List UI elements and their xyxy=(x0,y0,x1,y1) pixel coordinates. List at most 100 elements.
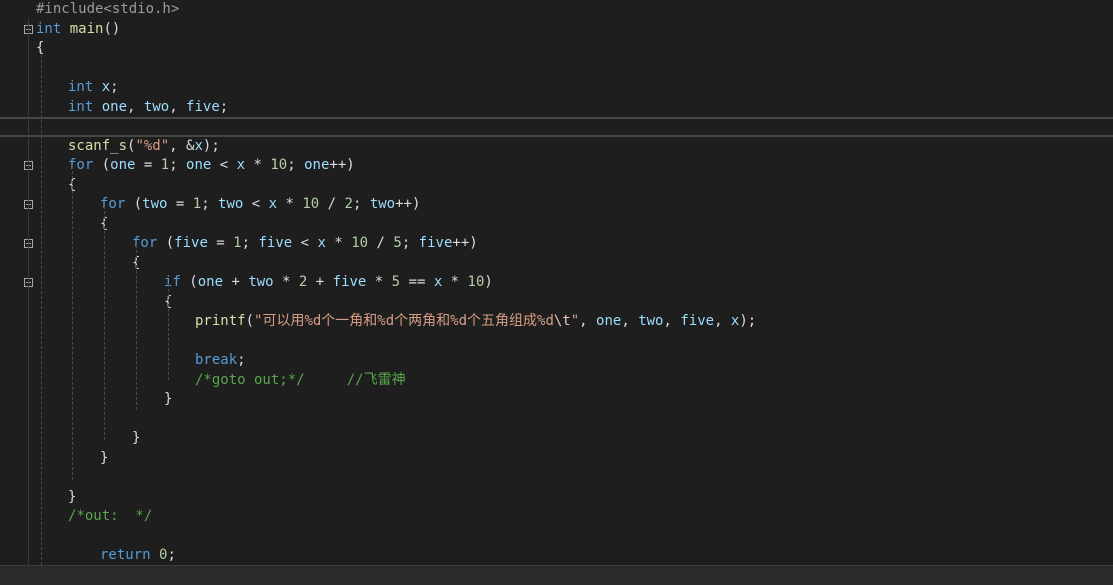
code-token: ++) xyxy=(395,196,421,212)
code-line[interactable] xyxy=(0,410,1113,430)
code-line[interactable]: { xyxy=(0,293,1113,313)
code-token: ( xyxy=(180,274,198,290)
code-token: ; xyxy=(352,196,370,212)
code-token: ++) xyxy=(452,235,478,251)
code-token: one xyxy=(304,157,330,173)
code-text: for (one = 1; one < x * 10; one++) xyxy=(68,156,355,176)
code-text: for (two = 1; two < x * 10 / 2; two++) xyxy=(100,195,420,215)
code-token: five xyxy=(174,235,208,251)
code-token: 1 xyxy=(192,196,202,212)
code-line[interactable]: } xyxy=(0,488,1113,508)
code-token: } xyxy=(68,488,77,505)
code-token: one xyxy=(186,157,212,173)
code-token: ); xyxy=(202,137,220,154)
code-token: , xyxy=(621,313,639,329)
code-token: } xyxy=(164,391,173,407)
code-token: 2 xyxy=(344,196,353,212)
code-token: two xyxy=(638,313,664,329)
code-token: 10 xyxy=(270,157,288,173)
code-token: x xyxy=(317,235,326,251)
code-line[interactable]: break; xyxy=(0,351,1113,371)
code-line[interactable]: } xyxy=(0,429,1113,449)
code-token: 1 xyxy=(233,235,242,251)
code-editor[interactable]: #include<stdio.h> int main(){int x; int on… xyxy=(0,0,1113,583)
code-line[interactable] xyxy=(0,332,1113,352)
code-text: int x; xyxy=(68,78,119,98)
code-line[interactable]: { xyxy=(0,39,1113,59)
code-token: = xyxy=(135,157,161,173)
code-token: , & xyxy=(169,137,195,154)
code-line[interactable] xyxy=(0,527,1113,547)
code-token: five xyxy=(680,313,715,329)
code-line[interactable]: int one, two, five; xyxy=(0,98,1113,118)
code-token: } xyxy=(100,449,109,466)
code-line[interactable]: for (two = 1; two < x * 10 / 2; two++) xyxy=(0,195,1113,215)
code-token: ; xyxy=(219,98,229,115)
indent-guide xyxy=(168,284,169,380)
code-token: x xyxy=(194,137,203,154)
code-token: ( xyxy=(157,235,175,251)
code-token: ; xyxy=(401,235,419,251)
code-token: , xyxy=(169,98,187,115)
code-line[interactable]: int main() xyxy=(0,20,1113,40)
code-token: "%d" xyxy=(135,137,170,154)
code-token: if xyxy=(164,274,181,290)
code-token: one xyxy=(197,274,224,290)
code-token: ; xyxy=(287,157,305,173)
code-token: , xyxy=(127,98,144,115)
code-text: break; xyxy=(195,351,246,371)
code-token: printf xyxy=(195,313,246,329)
code-token: 5 xyxy=(393,235,402,251)
code-line[interactable]: { xyxy=(0,254,1113,274)
code-line[interactable]: { xyxy=(0,176,1113,196)
code-line[interactable] xyxy=(0,59,1113,79)
code-text: printf("可以用%d个一角和%d个两角和%d个五角组成%d\t", one… xyxy=(195,312,756,332)
code-token: /*goto out;*/ //飞雷神 xyxy=(195,371,406,388)
code-line[interactable]: return 0; xyxy=(0,546,1113,566)
code-token: , xyxy=(714,313,731,329)
code-line[interactable]: /*out: */ xyxy=(0,507,1113,527)
code-token: x xyxy=(101,79,111,95)
code-token: five xyxy=(258,235,293,251)
code-token: ++) xyxy=(329,157,355,173)
code-line[interactable]: #include<stdio.h> xyxy=(0,0,1113,20)
code-token: "可以用%d个一角和%d个两角和%d个五角组成%d xyxy=(254,313,554,329)
code-text: return 0; xyxy=(100,546,176,566)
code-token: int xyxy=(68,79,94,95)
indent-guide xyxy=(136,245,137,410)
code-line[interactable]: for (five = 1; five < x * 10 / 5; five++… xyxy=(0,234,1113,254)
code-token: , xyxy=(663,313,681,329)
code-text: } xyxy=(68,488,76,508)
code-token: /*out: */ xyxy=(68,508,153,524)
code-token: " xyxy=(570,313,580,329)
code-token: ); xyxy=(739,313,757,329)
code-line[interactable]: if (one + two * 2 + five * 5 == x * 10) xyxy=(0,273,1113,293)
code-token: / xyxy=(319,196,345,212)
code-line[interactable]: printf("可以用%d个一角和%d个两角和%d个五角组成%d\t", one… xyxy=(0,312,1113,332)
indent-guide xyxy=(41,50,42,565)
code-token: < xyxy=(292,235,318,251)
code-token: < xyxy=(211,157,237,173)
code-line[interactable]: int x; xyxy=(0,78,1113,98)
horizontal-scrollbar[interactable] xyxy=(0,565,1113,585)
code-token: five xyxy=(418,235,453,251)
code-line[interactable]: { xyxy=(0,215,1113,235)
code-line[interactable]: for (one = 1; one < x * 10; one++) xyxy=(0,156,1113,176)
code-line[interactable]: scanf_s("%d", &x); xyxy=(0,137,1113,157)
code-line[interactable] xyxy=(0,468,1113,488)
code-line[interactable]: /*goto out;*/ //飞雷神 xyxy=(0,371,1113,391)
code-token: #include<stdio.h> xyxy=(36,1,180,17)
code-token: + xyxy=(307,274,333,290)
code-token: one xyxy=(101,98,128,115)
code-token: * xyxy=(366,274,392,290)
code-token: return xyxy=(100,547,151,563)
code-line[interactable]: } xyxy=(0,449,1113,469)
code-token: five xyxy=(186,98,220,115)
code-line[interactable] xyxy=(0,117,1113,137)
code-text: for (five = 1; five < x * 10 / 5; five++… xyxy=(132,234,478,254)
code-token: two xyxy=(142,196,168,212)
code-line[interactable]: } xyxy=(0,390,1113,410)
